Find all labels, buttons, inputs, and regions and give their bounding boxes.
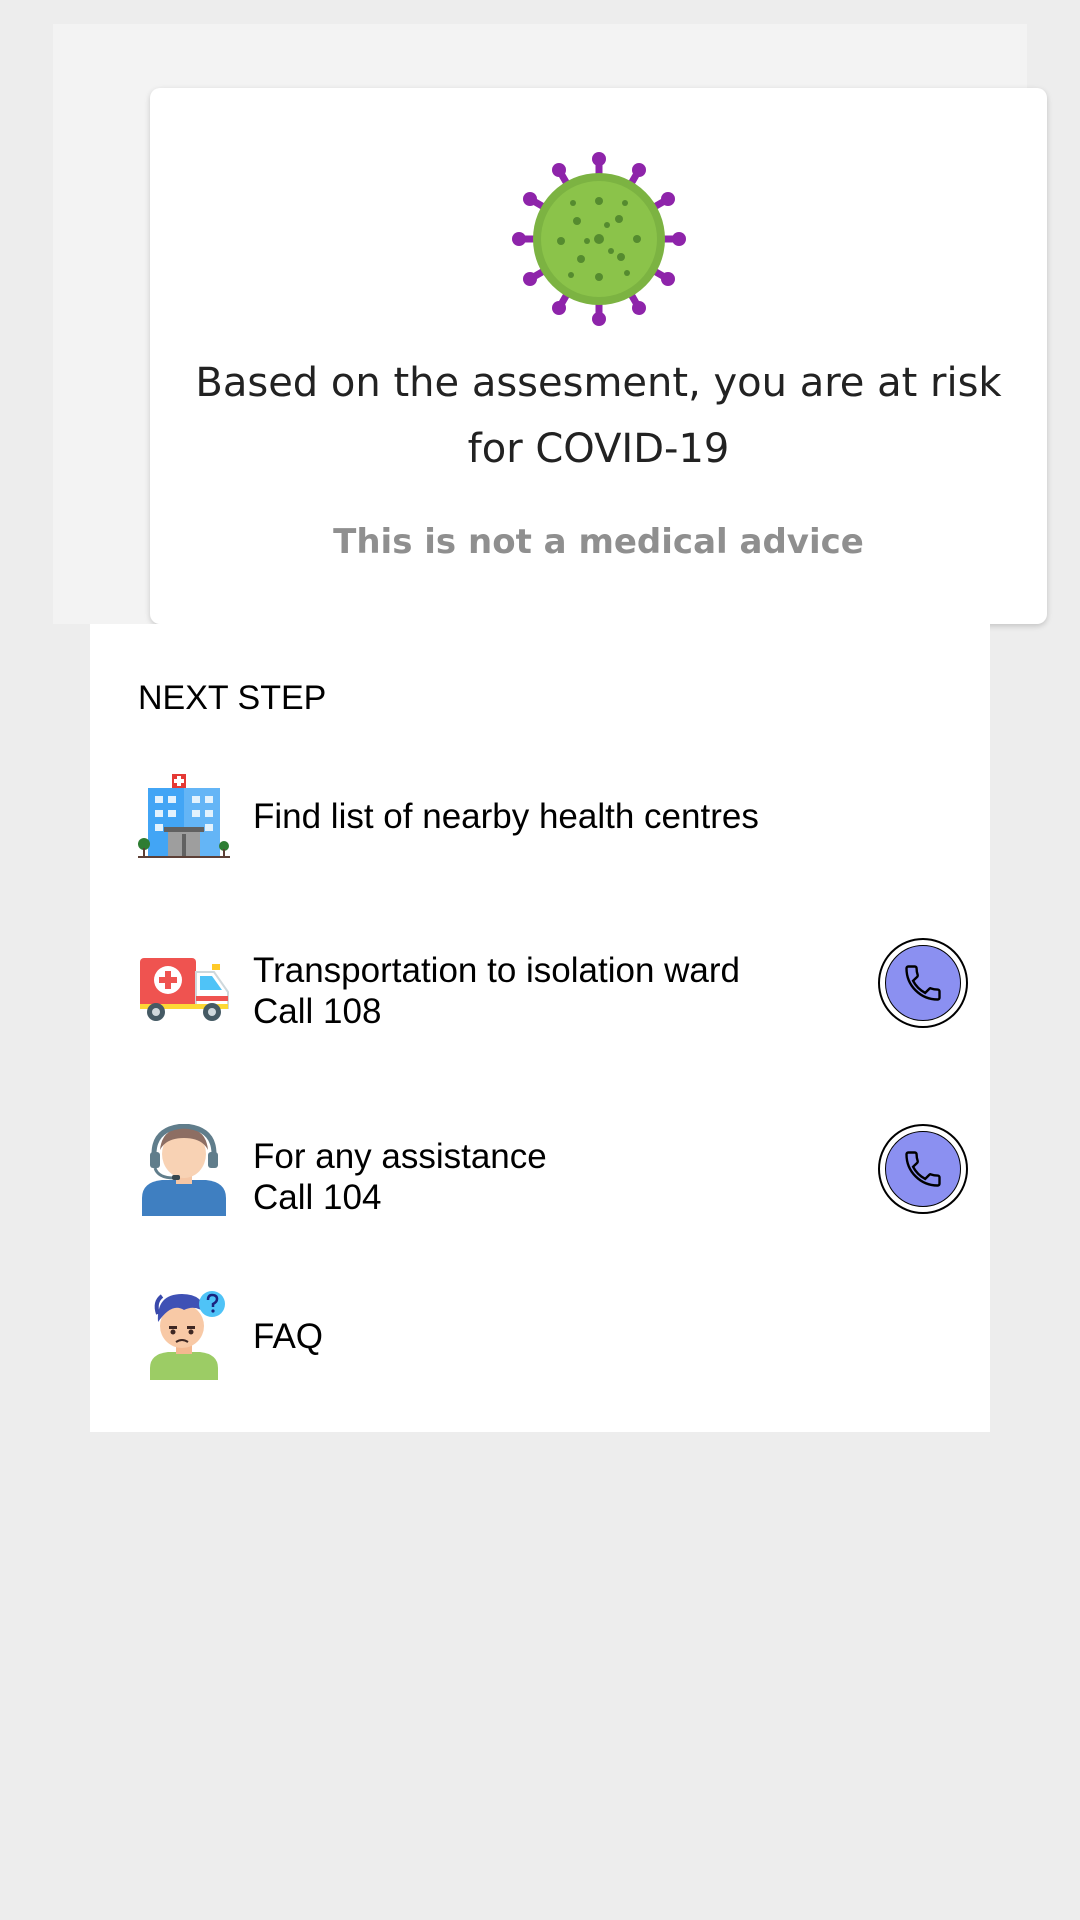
- find-health-centres-label: Find list of nearby health centres: [253, 797, 759, 836]
- medical-disclaimer: This is not a medical advice: [333, 522, 864, 562]
- call-104-button[interactable]: [878, 1124, 968, 1214]
- transportation-item[interactable]: Transportation to isolation ward Call 10…: [138, 934, 968, 1034]
- ambulance-icon: [140, 958, 229, 1021]
- result-card: Based on the assesment, you are at risk …: [150, 88, 1047, 624]
- next-step-heading: NEXT STEP: [138, 679, 327, 717]
- faq-label: FAQ: [253, 1317, 324, 1356]
- support-agent-icon: [142, 1124, 226, 1216]
- hospital-icon: [138, 774, 230, 858]
- assistance-call-number: Call 104: [253, 1178, 382, 1217]
- transportation-label: Transportation to isolation ward Call 10…: [253, 950, 740, 1032]
- faq-item[interactable]: FAQ: [138, 1284, 968, 1384]
- result-panel: Based on the assesment, you are at risk …: [53, 24, 1047, 624]
- phone-icon: [905, 1151, 941, 1187]
- virus-icon: [512, 152, 686, 326]
- transportation-call-number: Call 108: [253, 992, 382, 1031]
- risk-result-message: Based on the assesment, you are at risk …: [195, 360, 1002, 472]
- next-steps-panel: NEXT STEP Find list of nearby health cen…: [90, 624, 990, 1432]
- phone-icon: [905, 965, 941, 1001]
- transportation-title: Transportation to isolation ward: [253, 951, 741, 990]
- confused-person-icon: [150, 1291, 225, 1380]
- call-108-button[interactable]: [878, 938, 968, 1028]
- assistance-item[interactable]: For any assistance Call 104: [138, 1120, 968, 1220]
- find-health-centres-item[interactable]: Find list of nearby health centres: [138, 766, 968, 866]
- assistance-title: For any assistance: [253, 1137, 547, 1176]
- assistance-label: For any assistance Call 104: [253, 1136, 547, 1218]
